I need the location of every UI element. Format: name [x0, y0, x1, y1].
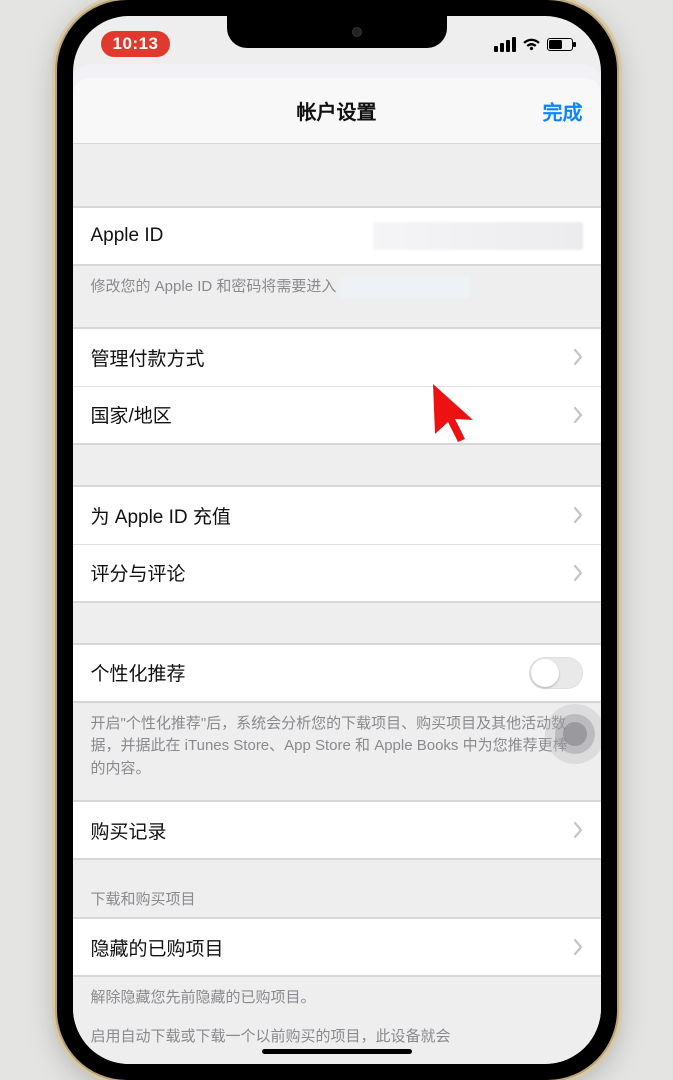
wifi-icon [522, 37, 541, 51]
chevron-right-icon [574, 507, 583, 523]
country-region-label: 国家/地区 [91, 401, 172, 428]
ratings-reviews-label: 评分与评论 [91, 559, 186, 586]
done-button[interactable]: 完成 [543, 96, 583, 125]
hidden-purchases-label: 隐藏的已购项目 [91, 934, 224, 961]
screen: 10:13 帐户设置 完成 Apple ID [73, 16, 601, 1064]
personalized-recommendations-row: 个性化推荐 [73, 644, 601, 702]
chevron-right-icon [574, 822, 583, 838]
country-region-row[interactable]: 国家/地区 [73, 386, 601, 444]
ratings-reviews-row[interactable]: 评分与评论 [73, 544, 601, 602]
personalized-group: 个性化推荐 [73, 643, 601, 703]
front-camera-icon [352, 27, 362, 37]
purchase-history-group: 购买记录 [73, 800, 601, 860]
notch [227, 16, 447, 48]
apple-id-footer: 修改您的 Apple ID 和密码将需要进入 [73, 266, 601, 299]
apple-id-value-redacted [373, 222, 583, 250]
hidden-purchases-footer: 解除隐藏您先前隐藏的已购项目。 [73, 977, 601, 1010]
chevron-right-icon [574, 349, 583, 365]
cellular-signal-icon [494, 37, 516, 52]
assistive-touch-button[interactable] [545, 704, 601, 764]
apple-id-row[interactable]: Apple ID [73, 207, 601, 265]
chevron-right-icon [574, 565, 583, 581]
personalized-recommendations-toggle[interactable] [529, 657, 583, 689]
sheet-content[interactable]: Apple ID 修改您的 Apple ID 和密码将需要进入 管理付款方式 国… [73, 144, 601, 1064]
chevron-right-icon [574, 939, 583, 955]
account-settings-sheet: 帐户设置 完成 Apple ID 修改您的 Apple ID 和密码将需要进入 [73, 78, 601, 1064]
auto-download-footer: 启用自动下载或下载一个以前购买的项目，此设备就会 [73, 1010, 601, 1049]
downloads-section-header: 下载和购买项目 [73, 860, 601, 917]
phone-frame: 10:13 帐户设置 完成 Apple ID [57, 0, 617, 1080]
add-funds-label: 为 Apple ID 充值 [91, 502, 231, 529]
sheet-title: 帐户设置 [297, 96, 377, 125]
purchase-history-label: 购买记录 [91, 817, 167, 844]
topup-ratings-group: 为 Apple ID 充值 评分与评论 [73, 485, 601, 603]
sheet-header: 帐户设置 完成 [73, 78, 601, 144]
apple-id-group: Apple ID [73, 206, 601, 266]
home-indicator[interactable] [262, 1049, 412, 1054]
hidden-purchases-group: 隐藏的已购项目 [73, 917, 601, 977]
manage-payment-label: 管理付款方式 [91, 344, 205, 371]
purchase-history-row[interactable]: 购买记录 [73, 801, 601, 859]
battery-icon [547, 38, 573, 51]
personalized-footer: 开启"个性化推荐"后，系统会分析您的下载项目、购买项目及其他活动数据，并据此在 … [73, 703, 601, 781]
chevron-right-icon [574, 407, 583, 423]
apple-id-footer-redacted [340, 276, 470, 298]
hidden-purchases-row[interactable]: 隐藏的已购项目 [73, 918, 601, 976]
status-time-pill[interactable]: 10:13 [101, 31, 171, 57]
apple-id-label: Apple ID [91, 225, 164, 247]
manage-payment-row[interactable]: 管理付款方式 [73, 328, 601, 386]
personalized-recommendations-label: 个性化推荐 [91, 659, 186, 686]
add-funds-row[interactable]: 为 Apple ID 充值 [73, 486, 601, 544]
payment-region-group: 管理付款方式 国家/地区 [73, 327, 601, 445]
